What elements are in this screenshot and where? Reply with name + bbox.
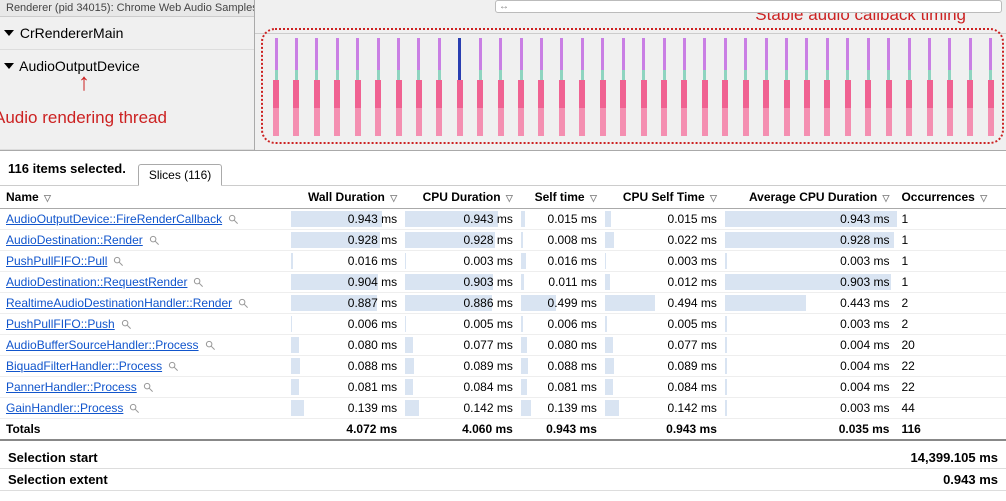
slice-name[interactable]: BiquadFilterHandler::Process [0,356,289,377]
magnify-icon[interactable] [129,401,140,415]
slice-name[interactable]: PushPullFIFO::Push [0,314,289,335]
col-cpuself[interactable]: CPU Self Time ▽ [603,186,723,209]
selection-info-table: Selection start14,399.105 msSelection ex… [0,447,1006,491]
magnify-icon[interactable] [193,275,204,289]
trace-stripes [273,38,994,136]
magnify-icon[interactable] [143,380,154,394]
annotation-render-thread: Audio rendering thread [0,108,167,128]
table-row[interactable]: GainHandler::Process0.139 ms0.142 ms0.13… [0,398,1006,419]
col-wall[interactable]: Wall Duration ▽ [289,186,403,209]
chevron-down-icon [4,63,14,69]
col-avg[interactable]: Average CPU Duration ▽ [723,186,896,209]
process-title: Renderer (pid 34015): Chrome Web Audio S… [6,2,254,14]
table-row[interactable]: PannerHandler::Process0.081 ms0.084 ms0.… [0,377,1006,398]
slices-table: Name ▽ Wall Duration ▽ CPU Duration ▽ Se… [0,186,1006,441]
slice-name[interactable]: AudioOutputDevice::FireRenderCallback [0,209,289,230]
slice-name[interactable]: AudioDestination::RequestRender [0,272,289,293]
table-row[interactable]: AudioBufferSourceHandler::Process0.080 m… [0,335,1006,356]
magnify-icon[interactable] [228,212,239,226]
magnify-icon[interactable] [205,338,216,352]
slice-name[interactable]: RealtimeAudioDestinationHandler::Render [0,293,289,314]
magnify-icon[interactable] [168,359,179,373]
trace-timeline[interactable]: ↔ Stable audio callback timing [255,0,1006,150]
slice-name[interactable]: GainHandler::Process [0,398,289,419]
thread-crrenderermain[interactable]: CrRendererMain [0,17,254,50]
selection-info-row: Selection extent0.943 ms [0,469,1006,491]
totals-row: Totals4.072 ms4.060 ms0.943 ms0.943 ms0.… [0,419,1006,441]
expand-icon[interactable]: ↔ [495,0,1002,13]
table-header-row: Name ▽ Wall Duration ▽ CPU Duration ▽ Se… [0,186,1006,209]
table-row[interactable]: RealtimeAudioDestinationHandler::Render0… [0,293,1006,314]
col-occ[interactable]: Occurrences ▽ [895,186,1006,209]
col-cpu[interactable]: CPU Duration ▽ [403,186,519,209]
table-row[interactable]: PushPullFIFO::Pull0.016 ms0.003 ms0.016 … [0,251,1006,272]
arrow-up-icon: ↑ [78,78,90,88]
slice-name[interactable]: PannerHandler::Process [0,377,289,398]
chevron-down-icon [4,30,14,36]
col-self[interactable]: Self time ▽ [519,186,603,209]
table-row[interactable]: AudioDestination::RequestRender0.904 ms0… [0,272,1006,293]
thread-list: Renderer (pid 34015): Chrome Web Audio S… [0,0,255,150]
magnify-icon[interactable] [121,317,132,331]
thread-audiooutputdevice[interactable]: AudioOutputDevice ↑ Audio rendering thre… [0,50,254,150]
slice-name[interactable]: AudioDestination::Render [0,230,289,251]
selection-bar: 116 items selected. Slices (116) [0,151,1006,186]
slice-name[interactable]: PushPullFIFO::Pull [0,251,289,272]
magnify-icon[interactable] [113,254,124,268]
table-row[interactable]: AudioDestination::Render0.928 ms0.928 ms… [0,230,1006,251]
magnify-icon[interactable] [149,233,160,247]
table-row[interactable]: AudioOutputDevice::FireRenderCallback0.9… [0,209,1006,230]
table-row[interactable]: PushPullFIFO::Push0.006 ms0.005 ms0.006 … [0,314,1006,335]
col-name[interactable]: Name ▽ [0,186,289,209]
selection-info-row: Selection start14,399.105 ms [0,447,1006,469]
process-header[interactable]: Renderer (pid 34015): Chrome Web Audio S… [0,0,254,17]
selection-count: 116 items selected. [8,161,126,176]
table-row[interactable]: BiquadFilterHandler::Process0.088 ms0.08… [0,356,1006,377]
slice-name[interactable]: AudioBufferSourceHandler::Process [0,335,289,356]
thread-name: CrRendererMain [20,25,123,41]
tab-slices[interactable]: Slices (116) [138,164,222,186]
magnify-icon[interactable] [238,296,249,310]
